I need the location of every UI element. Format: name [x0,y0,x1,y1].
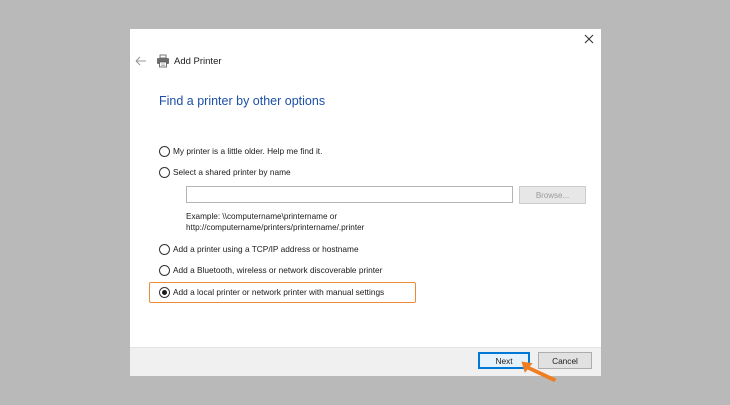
dialog-title: Add Printer [174,56,222,67]
option-local-printer[interactable]: Add a local printer or network printer w… [159,285,384,299]
radio-local-printer[interactable] [159,286,170,298]
option-bluetooth-printer[interactable]: Add a Bluetooth, wireless or network dis… [159,263,382,277]
option-tcpip-printer[interactable]: Add a printer using a TCP/IP address or … [159,242,359,256]
option-local-printer-label: Add a local printer or network printer w… [173,287,385,297]
back-arrow-icon [135,56,146,66]
radio-tcpip-printer[interactable] [159,243,170,255]
shared-printer-example: Example: \\computername\printername or h… [186,211,364,233]
browse-button[interactable]: Browse... [519,186,586,204]
add-printer-dialog: Add Printer Find a printer by other opti… [130,29,601,376]
radio-bluetooth-printer[interactable] [159,264,170,276]
option-bluetooth-printer-label: Add a Bluetooth, wireless or network dis… [173,265,383,275]
close-icon [584,34,594,44]
pointer-arrow-icon [521,361,557,382]
example-line-1: Example: \\computername\printername or [186,212,338,221]
radio-older-printer[interactable] [159,145,170,157]
option-tcpip-printer-label: Add a printer using a TCP/IP address or … [173,244,359,254]
option-shared-printer[interactable]: Select a shared printer by name [159,165,291,179]
example-line-2: http://computername/printers/printername… [186,223,365,232]
page-heading: Find a printer by other options [159,94,326,108]
printer-icon [157,54,169,68]
option-older-printer-label: My printer is a little older. Help me fi… [173,146,323,156]
close-button[interactable] [578,29,601,51]
option-shared-printer-label: Select a shared printer by name [173,167,291,177]
radio-shared-printer[interactable] [159,166,170,178]
shared-printer-input[interactable] [186,186,513,203]
option-older-printer[interactable]: My printer is a little older. Help me fi… [159,144,322,158]
back-button[interactable] [133,53,149,69]
